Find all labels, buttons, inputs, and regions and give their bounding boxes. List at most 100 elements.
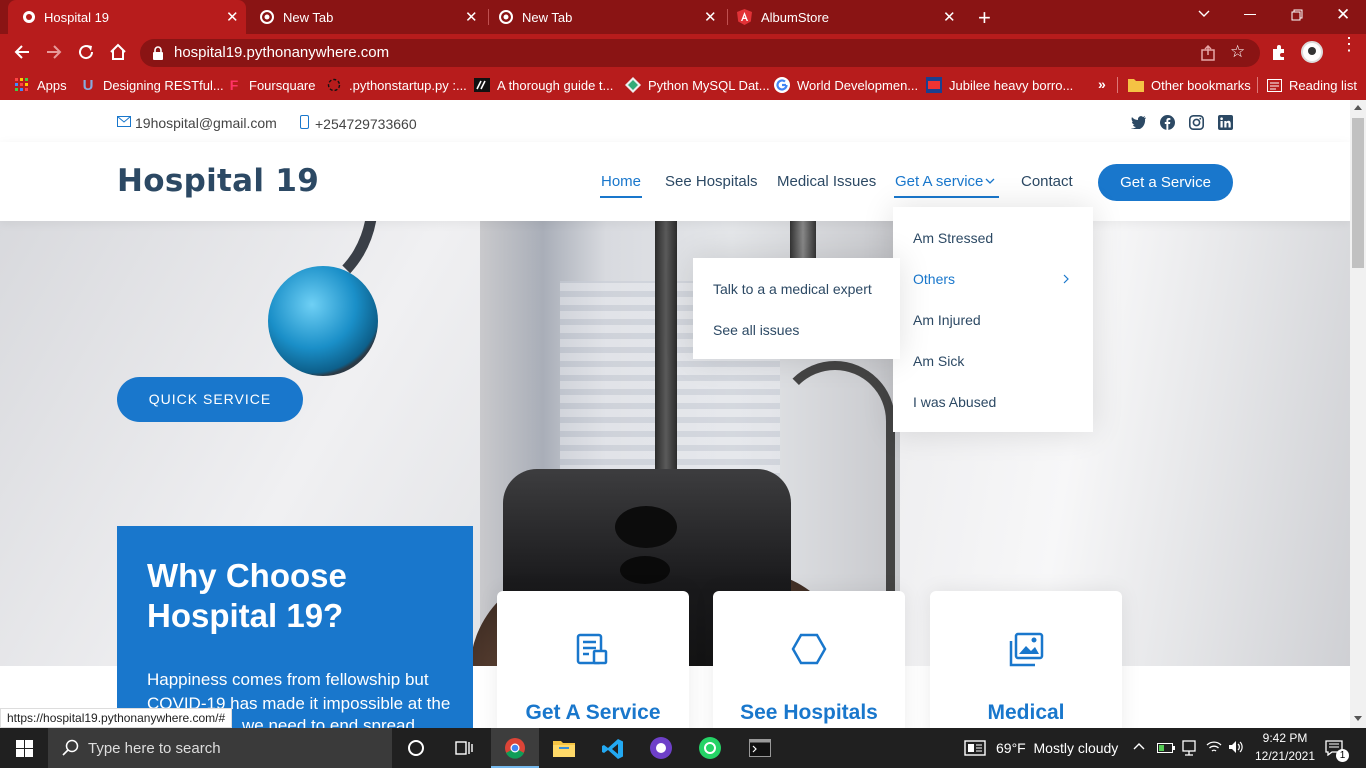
cortana-icon[interactable] — [408, 740, 424, 756]
nav-see-hospitals[interactable]: See Hospitals — [665, 173, 758, 190]
restore-icon[interactable] — [1291, 9, 1303, 21]
whatsapp-icon[interactable] — [699, 737, 721, 759]
close-window-icon[interactable]: ✕ — [1336, 5, 1350, 25]
other-bookmarks[interactable]: Other bookmarks — [1128, 70, 1251, 100]
bookmark-label: Foursquare — [249, 77, 316, 93]
close-tab-icon[interactable]: ✕ — [226, 8, 239, 26]
tab-hospital19[interactable]: Hospital 19 ✕ — [8, 0, 246, 34]
facebook-icon[interactable] — [1160, 115, 1175, 130]
tab-title: New Tab — [522, 10, 573, 25]
site-logo[interactable]: Hospital 19 — [117, 163, 319, 199]
tab-albumstore[interactable]: AlbumStore ✕ — [728, 0, 966, 34]
google-icon — [774, 77, 790, 93]
new-tab-icon[interactable]: + — [978, 5, 991, 31]
tab-bar: Hospital 19 ✕ New Tab ✕ New Tab ✕ AlbumS… — [0, 0, 1366, 34]
clock-date[interactable]: 12/21/2021 — [1252, 749, 1318, 763]
address-bar[interactable]: hospital19.pythonanywhere.com ☆ — [140, 39, 1260, 67]
home-icon[interactable] — [108, 42, 128, 62]
nav-service-underline — [894, 196, 999, 198]
dropdown-item-am-sick[interactable]: Am Sick — [913, 353, 964, 369]
dropdown-item-am-injured[interactable]: Am Injured — [913, 312, 981, 328]
bookmark-designing-restful[interactable]: U Designing RESTful... — [80, 70, 224, 100]
folder-icon — [1128, 77, 1144, 93]
search-icon — [62, 739, 79, 756]
close-tab-icon[interactable]: ✕ — [465, 8, 478, 26]
bookmark-python-mysql[interactable]: Python MySQL Dat... — [625, 70, 770, 100]
bookmark-star-icon[interactable]: ☆ — [1230, 42, 1245, 62]
card-title: Medical — [987, 701, 1065, 724]
get-a-service-button[interactable]: Get a Service — [1098, 164, 1233, 201]
bookmark-foursquare[interactable]: F Foursquare — [226, 70, 316, 100]
quick-service-button[interactable]: QUICK SERVICE — [117, 377, 303, 422]
bookmark-world-development[interactable]: World Developmen... — [774, 70, 918, 100]
share-icon[interactable] — [1200, 45, 1216, 61]
card-medical[interactable]: Medical — [930, 591, 1122, 728]
contact-bar: 19hospital@gmail.com +254729733660 — [0, 100, 1350, 142]
extensions-icon[interactable] — [1270, 43, 1288, 61]
python-icon — [326, 77, 342, 93]
nav-home[interactable]: Home — [601, 173, 641, 190]
close-tab-icon[interactable]: ✕ — [943, 8, 956, 26]
nav-medical-issues[interactable]: Medical Issues — [777, 173, 876, 190]
bookmark-thorough-guide[interactable]: A thorough guide t... — [474, 70, 613, 100]
tab-new-1[interactable]: New Tab ✕ — [250, 0, 488, 34]
clock-time[interactable]: 9:42 PM — [1258, 731, 1312, 745]
tray-chevron-up-icon[interactable] — [1133, 741, 1145, 751]
taskbar-chrome[interactable] — [491, 728, 539, 768]
windows-start-icon[interactable] — [16, 740, 33, 757]
bookmark-label: World Developmen... — [797, 77, 919, 93]
github-desktop-icon[interactable] — [650, 737, 672, 759]
reading-list[interactable]: Reading list — [1266, 70, 1357, 100]
more-bookmarks-icon[interactable]: » — [1098, 76, 1106, 92]
forward-icon[interactable] — [45, 43, 63, 61]
hexagon-icon — [791, 632, 827, 666]
site-icon — [474, 77, 490, 93]
chrome-icon — [504, 737, 526, 759]
linkedin-icon[interactable] — [1218, 115, 1233, 130]
tab-title: AlbumStore — [761, 10, 829, 25]
contact-email[interactable]: 19hospital@gmail.com — [135, 115, 277, 131]
network-device-icon[interactable] — [1182, 740, 1196, 756]
nav-get-a-service[interactable]: Get A service — [895, 173, 983, 190]
foursquare-icon: F — [229, 77, 239, 93]
vscode-icon[interactable] — [602, 738, 624, 760]
tab-search-icon[interactable] — [1197, 6, 1211, 20]
bookmark-pythonstartup[interactable]: .pythonstartup.py :... — [326, 70, 467, 100]
terminal-icon[interactable] — [749, 739, 771, 757]
bookmark-jubilee[interactable]: Jubilee heavy borro... — [926, 70, 1073, 100]
dropdown-item-am-stressed[interactable]: Am Stressed — [913, 230, 993, 246]
submenu-item-see-all-issues[interactable]: See all issues — [713, 322, 799, 338]
battery-icon[interactable] — [1157, 742, 1175, 754]
lock-icon — [152, 46, 164, 60]
menu-icon[interactable]: ⋮ — [1340, 35, 1358, 53]
wifi-icon[interactable] — [1206, 740, 1222, 754]
close-tab-icon[interactable]: ✕ — [704, 8, 717, 26]
others-submenu: Talk to a a medical expert See all issue… — [693, 258, 900, 359]
back-icon[interactable] — [13, 43, 31, 61]
profile-avatar[interactable] — [1301, 41, 1323, 63]
submenu-item-talk-to-expert[interactable]: Talk to a a medical expert — [713, 281, 872, 297]
weather-text[interactable]: 69°F Mostly cloudy — [996, 740, 1118, 756]
get-a-service-button-label: Get a Service — [1120, 174, 1211, 191]
bookmark-apps[interactable]: Apps — [14, 70, 67, 100]
card-get-a-service[interactable]: Get A Service — [497, 591, 689, 728]
scroll-up-icon[interactable] — [1354, 104, 1362, 110]
file-explorer-icon[interactable] — [553, 739, 575, 757]
dropdown-item-i-was-abused[interactable]: I was Abused — [913, 394, 996, 410]
card-see-hospitals[interactable]: See Hospitals — [713, 591, 905, 728]
minimize-icon[interactable] — [1244, 14, 1256, 15]
scrollbar-thumb[interactable] — [1352, 118, 1364, 268]
scroll-down-icon[interactable] — [1354, 716, 1362, 722]
twitter-icon[interactable] — [1131, 116, 1146, 129]
reload-icon[interactable] — [77, 43, 95, 61]
service-dropdown: Am Stressed Others Am Injured Am Sick I … — [893, 207, 1093, 432]
instagram-icon[interactable] — [1189, 115, 1204, 130]
dropdown-item-others[interactable]: Others — [913, 271, 955, 287]
task-view-icon[interactable] — [455, 740, 473, 756]
taskbar-search[interactable]: Type here to search — [48, 728, 392, 768]
quick-service-label: QUICK SERVICE — [148, 391, 272, 407]
volume-icon[interactable] — [1228, 740, 1244, 754]
tab-new-2[interactable]: New Tab ✕ — [489, 0, 727, 34]
nav-contact[interactable]: Contact — [1021, 173, 1073, 190]
status-url-bubble: https://hospital19.pythonanywhere.com/# — [0, 708, 233, 728]
